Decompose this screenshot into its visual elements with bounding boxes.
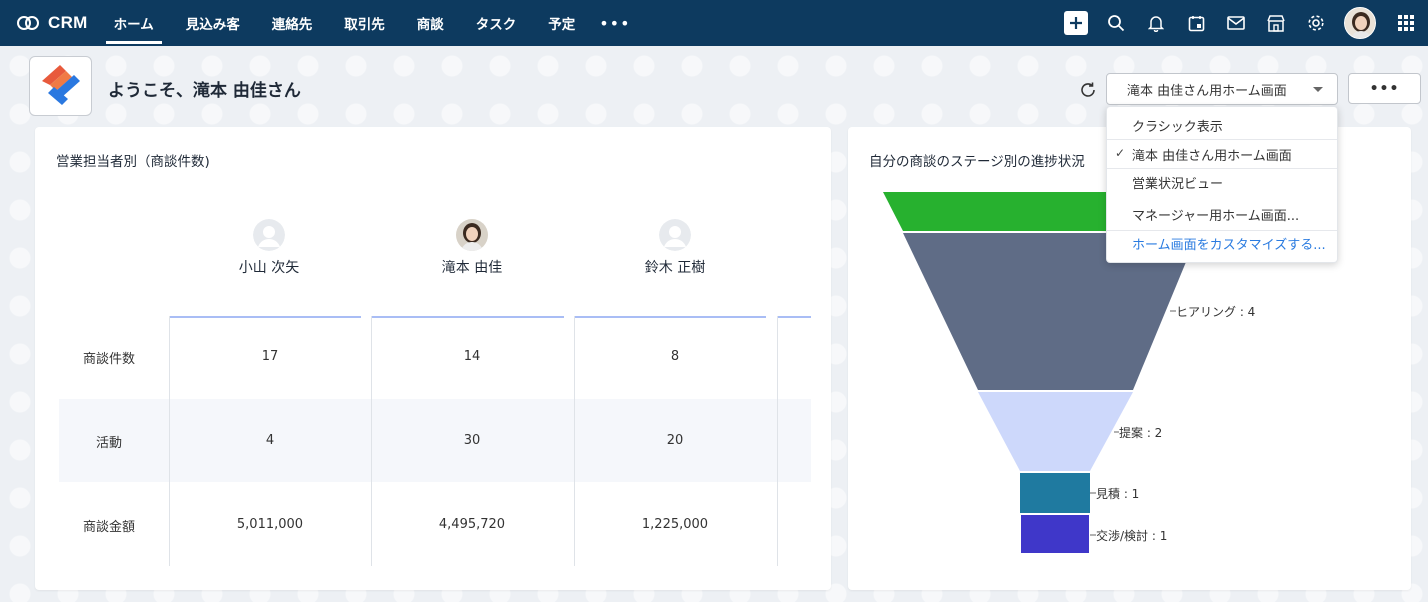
- column-divider: [777, 316, 778, 566]
- nav-events[interactable]: 予定: [540, 0, 583, 46]
- table-cell[interactable]: 8: [580, 349, 770, 364]
- row-label: 活動: [95, 436, 122, 451]
- dropdown-item-classic[interactable]: クラシック表示: [1107, 112, 1337, 138]
- grid-icon: [1398, 15, 1414, 31]
- dropdown-item-label: クラシック表示: [1132, 119, 1223, 135]
- plus-icon: [1064, 11, 1088, 35]
- page-title: ようこそ、滝本 由佳さん: [108, 81, 301, 101]
- default-avatar-icon: [253, 219, 285, 251]
- column-accent-line: [372, 316, 564, 318]
- more-actions-button[interactable]: •••: [1348, 73, 1421, 104]
- nav-accounts[interactable]: 取引先: [336, 0, 393, 46]
- dropdown-item-label: ホーム画面をカスタマイズする...: [1132, 237, 1326, 253]
- chevron-down-icon: [1313, 87, 1323, 92]
- rep-name: 滝本 由佳: [441, 260, 503, 276]
- column-divider: [574, 316, 575, 566]
- rep-name: 小山 次矢: [238, 260, 300, 276]
- dropdown-item-sales-view[interactable]: 営業状況ビュー: [1107, 169, 1337, 195]
- rep-name: 鈴木 正樹: [644, 260, 706, 276]
- funnel-segment-negotiation[interactable]: [1021, 515, 1089, 553]
- table-cell[interactable]: 14: [377, 349, 567, 364]
- rep-card-title: 営業担当者別（商談件数): [56, 154, 210, 170]
- home-view-dropdown: クラシック表示 ✓ 滝本 由佳さん用ホーム画面 営業状況ビュー マネージャー用ホ…: [1106, 106, 1338, 263]
- search-button[interactable]: [1096, 0, 1136, 46]
- search-icon: [1108, 15, 1125, 32]
- column-divider: [371, 316, 372, 566]
- avatar: [1344, 7, 1376, 39]
- calendar-icon: [1188, 15, 1204, 31]
- notifications-button[interactable]: [1136, 0, 1176, 46]
- dropdown-item-label: 滝本 由佳さん用ホーム画面: [1132, 148, 1292, 164]
- crm-logo-icon: [17, 16, 39, 30]
- funnel-segment-proposal[interactable]: [978, 392, 1133, 471]
- dropdown-item-customize[interactable]: ホーム画面をカスタマイズする...: [1107, 230, 1337, 256]
- rep-column-header: 小山 次矢: [174, 219, 364, 277]
- app-launcher-button[interactable]: [1384, 0, 1428, 46]
- mail-icon: [1227, 16, 1245, 30]
- funnel-label: 見積 : 1: [1096, 487, 1140, 501]
- funnel-label: 交渉/検討 : 1: [1096, 529, 1168, 543]
- check-icon: ✓: [1115, 146, 1126, 160]
- table-cell[interactable]: 4: [175, 433, 365, 448]
- settings-button[interactable]: [1296, 0, 1336, 46]
- app-name: CRM: [48, 13, 88, 32]
- table-cell[interactable]: 4,495,720: [377, 517, 567, 532]
- main-nav: ホーム 見込み客 連絡先 取引先 商談 タスク 予定 •••: [98, 0, 631, 46]
- calendar-button[interactable]: [1176, 0, 1216, 46]
- top-icon-group: [1056, 0, 1428, 46]
- funnel-label: ヒアリング : 4: [1176, 305, 1256, 319]
- user-profile-button[interactable]: [1336, 0, 1384, 46]
- refresh-button[interactable]: [1076, 78, 1100, 102]
- funnel-label: 提案 : 2: [1119, 426, 1163, 440]
- dropdown-item-label: 営業状況ビュー: [1132, 176, 1224, 192]
- table-cell[interactable]: 1,225,000: [580, 517, 770, 532]
- company-logo: [29, 56, 92, 116]
- marketplace-button[interactable]: [1256, 0, 1296, 46]
- dropdown-item-manager-home[interactable]: マネージャー用ホーム画面...: [1107, 201, 1337, 227]
- store-icon: [1267, 14, 1285, 32]
- column-accent-line: [778, 316, 811, 318]
- rep-deals-card: 営業担当者別（商談件数) 小山 次矢 滝本 由佳 鈴木 正樹 商談件数 17 1…: [35, 127, 831, 590]
- nav-more-button[interactable]: •••: [599, 0, 630, 46]
- dropdown-item-label: マネージャー用ホーム画面...: [1132, 208, 1300, 224]
- nav-leads[interactable]: 見込み客: [178, 0, 248, 46]
- create-button[interactable]: [1056, 0, 1096, 46]
- row-label: 商談金額: [82, 520, 135, 535]
- bell-icon: [1148, 16, 1164, 32]
- table-cell[interactable]: 17: [175, 349, 365, 364]
- nav-deals[interactable]: 商談: [409, 0, 452, 46]
- mail-button[interactable]: [1216, 0, 1256, 46]
- gear-icon: [1308, 15, 1324, 31]
- top-nav-bar: CRM ホーム 見込み客 連絡先 取引先 商談 タスク 予定 •••: [0, 0, 1428, 46]
- row-label: 商談件数: [82, 352, 135, 367]
- column-accent-line: [575, 316, 766, 318]
- nav-contacts[interactable]: 連絡先: [264, 0, 321, 46]
- home-view-select-value: 滝本 由佳さん用ホーム画面: [1127, 83, 1287, 99]
- avatar: [456, 219, 488, 251]
- default-avatar-icon: [659, 219, 691, 251]
- app-logo[interactable]: CRM: [16, 0, 88, 46]
- nav-home[interactable]: ホーム: [105, 0, 162, 46]
- home-view-select[interactable]: 滝本 由佳さん用ホーム画面: [1106, 73, 1338, 105]
- dropdown-item-my-home[interactable]: ✓ 滝本 由佳さん用ホーム画面: [1107, 141, 1337, 167]
- table-cell[interactable]: 30: [377, 433, 567, 448]
- table-cell[interactable]: 5,011,000: [175, 517, 365, 532]
- rep-column-header: 鈴木 正樹: [580, 219, 770, 277]
- rep-column-header: 滝本 由佳: [377, 219, 567, 277]
- column-divider: [169, 316, 170, 566]
- nav-tasks[interactable]: タスク: [468, 0, 525, 46]
- dropdown-divider: [1107, 139, 1337, 140]
- table-cell[interactable]: 20: [580, 433, 770, 448]
- funnel-segment-quote[interactable]: [1020, 473, 1090, 513]
- column-accent-line: [170, 316, 361, 318]
- refresh-icon: [1081, 82, 1095, 97]
